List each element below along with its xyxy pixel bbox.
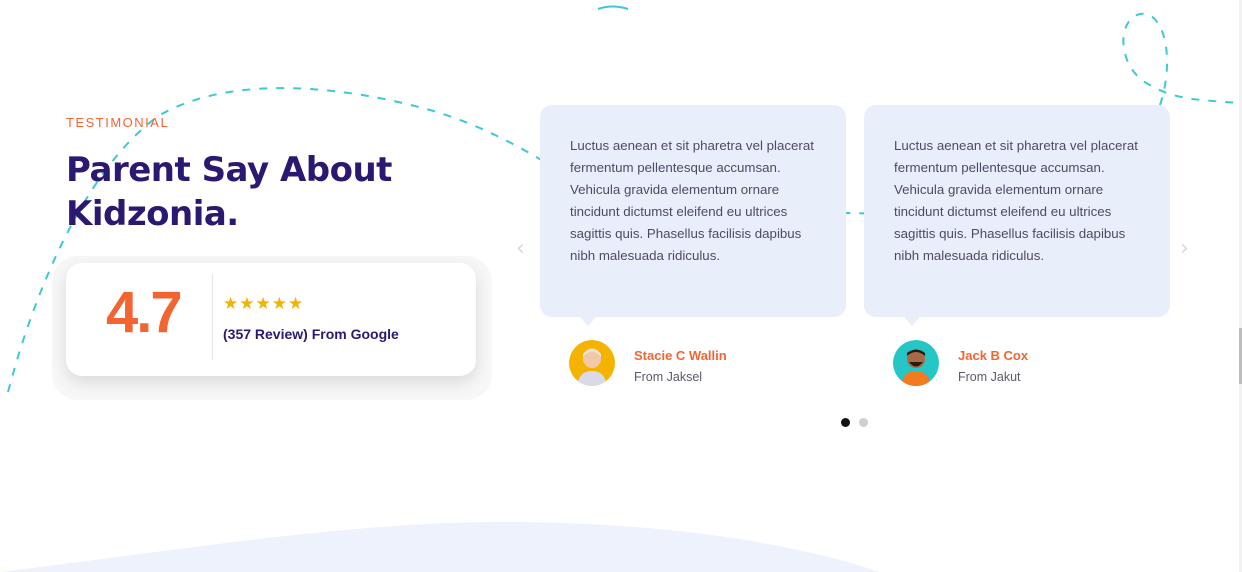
- top-arc: [597, 5, 629, 10]
- section-title: Parent Say About Kidzonia.: [66, 148, 426, 236]
- testimonial-bubble: Luctus aenean et sit pharetra vel placer…: [540, 105, 846, 326]
- bottom-wave: [0, 521, 880, 572]
- dashed-loop-line: [1122, 12, 1241, 106]
- pagination-dot-2[interactable]: [859, 418, 868, 427]
- author-location: From Jakut: [958, 370, 1021, 384]
- review-count-text: (357 Review) From Google: [223, 326, 399, 342]
- author-location: From Jaksel: [634, 370, 703, 384]
- avatar-image: [569, 340, 615, 386]
- star-rating-icons: ★★★★★: [223, 294, 305, 314]
- testimonial-quote: Luctus aenean et sit pharetra vel placer…: [894, 138, 1138, 263]
- chevron-right-icon[interactable]: ›: [1180, 236, 1189, 261]
- avatar: [569, 340, 615, 386]
- rating-divider: [212, 274, 213, 360]
- title-line-2: Kidzonia.: [66, 194, 239, 234]
- testimonial-card: Luctus aenean et sit pharetra vel placer…: [540, 105, 846, 386]
- author-name: Stacie C Wallin: [634, 348, 727, 363]
- testimonial-card: Luctus aenean et sit pharetra vel placer…: [864, 105, 1170, 386]
- avatar: [893, 340, 939, 386]
- rating-score: 4.7: [106, 280, 183, 345]
- pagination-dot-1[interactable]: [841, 418, 850, 427]
- title-line-1: Parent Say About: [66, 150, 392, 190]
- author-name: Jack B Cox: [958, 348, 1029, 363]
- chevron-left-icon[interactable]: ‹: [516, 236, 525, 261]
- testimonial-bubble: Luctus aenean et sit pharetra vel placer…: [864, 105, 1170, 326]
- testimonial-quote: Luctus aenean et sit pharetra vel placer…: [570, 138, 814, 263]
- avatar-image: [893, 340, 939, 386]
- carousel-pagination: [841, 418, 868, 427]
- section-eyebrow: TESTIMONIAL: [66, 115, 170, 130]
